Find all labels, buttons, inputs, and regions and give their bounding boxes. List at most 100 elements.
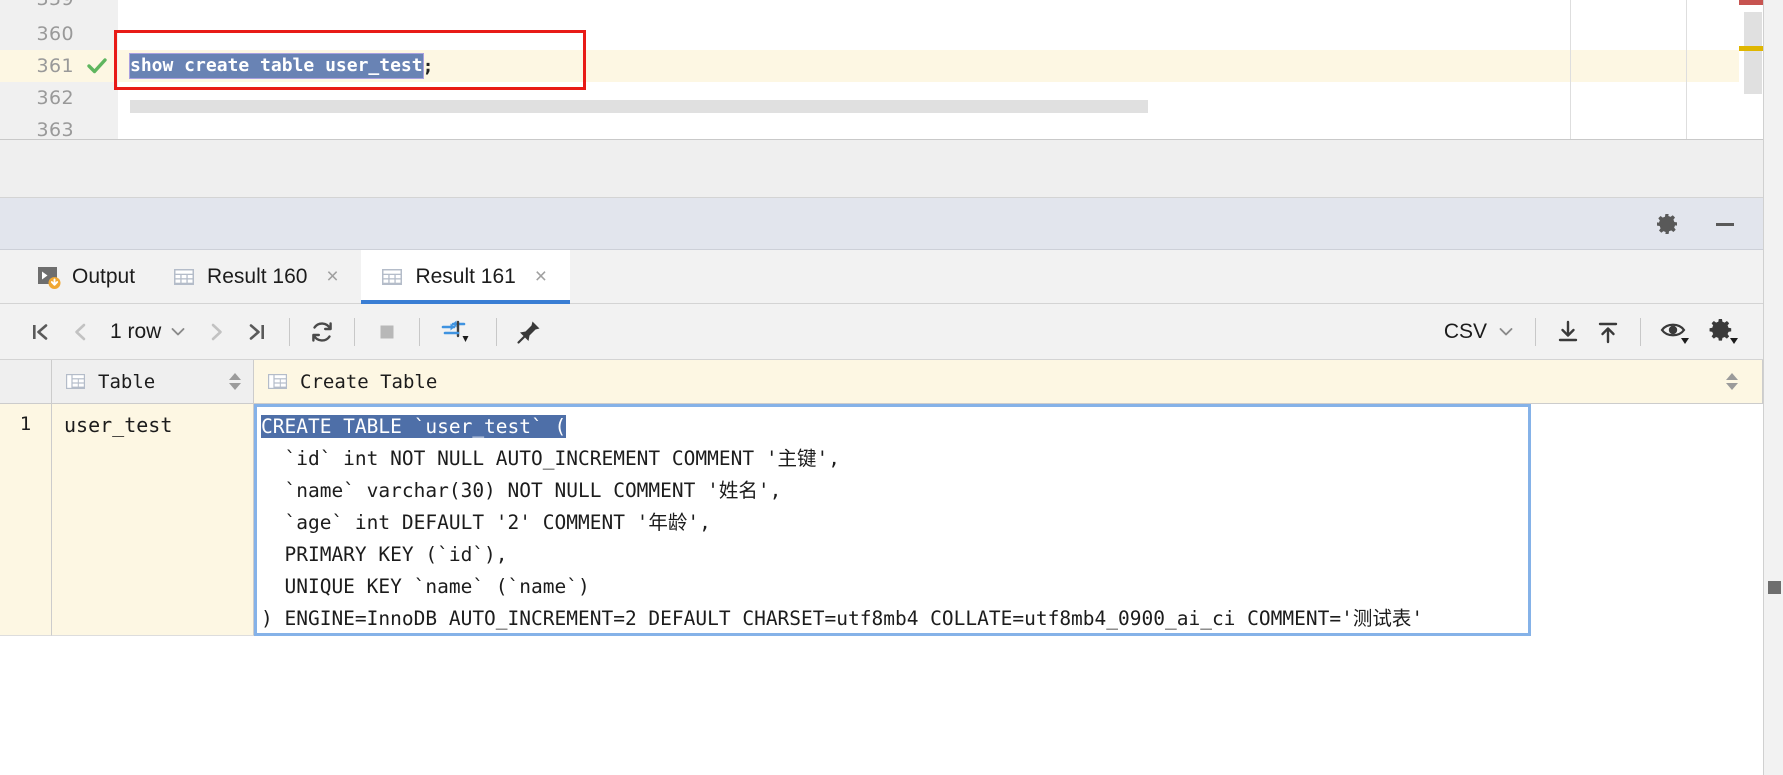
column-header-create-table[interactable]: Create Table bbox=[254, 360, 1763, 403]
toolbar-separator bbox=[419, 317, 421, 346]
sql-editor[interactable]: 359 360 361 362 363 bbox=[0, 0, 1763, 140]
first-page-icon[interactable] bbox=[20, 312, 60, 352]
gutter-line: 359 bbox=[0, 0, 117, 18]
structure-icon[interactable] bbox=[1768, 581, 1781, 594]
sql-semicolon: ; bbox=[422, 55, 434, 77]
grid-empty-area[interactable] bbox=[0, 705, 1763, 775]
column-header-label: Create Table bbox=[300, 370, 438, 393]
line-number: 361 bbox=[36, 55, 74, 77]
tab-output[interactable]: Output bbox=[18, 250, 153, 303]
sort-descending-icon bbox=[229, 383, 241, 390]
format-label: CSV bbox=[1443, 319, 1487, 343]
sort-ascending-icon bbox=[1726, 373, 1738, 380]
last-page-icon[interactable] bbox=[237, 312, 277, 352]
sql-line: `age` int DEFAULT '2' COMMENT '年龄', bbox=[261, 511, 711, 534]
tab-label: Result 161 bbox=[415, 264, 516, 288]
gutter-line: 360 bbox=[0, 18, 117, 50]
gear-icon[interactable] bbox=[1653, 210, 1681, 238]
line-number: 360 bbox=[36, 23, 74, 45]
toolbar-left-group: 1 row bbox=[20, 312, 549, 352]
toolbar-right-group: CSV bbox=[1436, 312, 1749, 352]
export-icon[interactable] bbox=[1548, 312, 1588, 352]
editor-gutter[interactable]: 359 360 361 362 363 bbox=[0, 0, 118, 139]
table-row[interactable]: 1 user_test CREATE TABLE `user_test` ( `… bbox=[0, 404, 1763, 706]
previous-page-icon[interactable] bbox=[60, 312, 100, 352]
right-tool-rail[interactable]: Structure bbox=[1763, 0, 1783, 775]
grid-header-rownum-corner[interactable] bbox=[0, 360, 52, 403]
line-number: 363 bbox=[36, 119, 74, 140]
row-count-selector[interactable]: 1 row bbox=[100, 320, 197, 344]
main-column: 359 360 361 362 363 bbox=[0, 0, 1763, 775]
reload-icon[interactable] bbox=[302, 312, 342, 352]
view-options-icon[interactable] bbox=[1653, 312, 1701, 352]
pin-icon[interactable] bbox=[509, 312, 549, 352]
cell-create-table[interactable]: CREATE TABLE `user_test` ( `id` int NOT … bbox=[254, 404, 1531, 636]
table-icon bbox=[171, 264, 197, 290]
cell-table-name[interactable]: user_test bbox=[52, 404, 254, 636]
editor-bottom-strip bbox=[0, 140, 1763, 198]
sql-selected-fragment: CREATE TABLE `user_test` ( bbox=[261, 415, 567, 438]
tab-label: Result 160 bbox=[207, 264, 308, 288]
result-grid[interactable]: Table Create Table 1 user_test CREATE TA… bbox=[0, 360, 1763, 775]
next-page-icon[interactable] bbox=[197, 312, 237, 352]
sort-descending-icon bbox=[1726, 383, 1738, 390]
statement-success-check-icon[interactable] bbox=[86, 55, 108, 77]
close-icon[interactable]: × bbox=[530, 266, 552, 288]
sql-line: PRIMARY KEY (`id`), bbox=[261, 543, 508, 566]
table-column-icon bbox=[266, 370, 290, 394]
row-number-cell[interactable]: 1 bbox=[0, 404, 52, 636]
sql-line: ) ENGINE=InnoDB AUTO_INCREMENT=2 DEFAULT… bbox=[261, 607, 1424, 630]
editor-scrollbar-thumb[interactable] bbox=[1744, 12, 1762, 94]
selected-sql-text: show create table user_test bbox=[129, 53, 424, 79]
line-number: 362 bbox=[36, 87, 74, 109]
sort-arrows-icon[interactable] bbox=[1726, 373, 1738, 390]
code-line-current[interactable]: show create table user_test; bbox=[118, 50, 1763, 82]
sql-line: CREATE TABLE `user_test` ( bbox=[261, 411, 1528, 443]
datagrip-window: 359 360 361 362 363 bbox=[0, 0, 1783, 775]
line-number: 359 bbox=[0, 0, 74, 10]
gear-icon[interactable] bbox=[1701, 312, 1749, 352]
result-toolbar: 1 row CSV bbox=[0, 304, 1763, 360]
sort-ascending-icon bbox=[229, 373, 241, 380]
scrollbar-error-marker[interactable] bbox=[1739, 0, 1763, 5]
toolbar-separator bbox=[1535, 317, 1536, 346]
row-count-label: 1 row bbox=[110, 319, 162, 343]
output-format-selector[interactable]: CSV bbox=[1436, 320, 1523, 344]
scrollbar-warning-marker[interactable] bbox=[1739, 46, 1763, 51]
grid-body: 1 user_test CREATE TABLE `user_test` ( `… bbox=[0, 404, 1763, 706]
table-column-icon bbox=[64, 370, 88, 394]
stop-icon[interactable] bbox=[367, 312, 407, 352]
results-tabbar: Output Result 160 × Result 161 × bbox=[0, 250, 1763, 304]
toolbar-separator bbox=[354, 317, 356, 346]
toolbar-separator bbox=[496, 317, 498, 346]
tab-result-161[interactable]: Result 161 × bbox=[361, 250, 571, 304]
services-panel-header bbox=[0, 198, 1763, 250]
table-icon bbox=[379, 264, 405, 290]
gutter-line-current: 361 bbox=[0, 50, 117, 82]
editor-scrollbar[interactable] bbox=[1739, 0, 1763, 139]
toolbar-separator bbox=[1640, 317, 1641, 346]
sql-line: `id` int NOT NULL AUTO_INCREMENT COMMENT… bbox=[261, 447, 841, 470]
column-header-table[interactable]: Table bbox=[52, 360, 254, 403]
code-folded-placeholder[interactable] bbox=[130, 100, 1148, 113]
sql-line: `name` varchar(30) NOT NULL COMMENT '姓名'… bbox=[261, 479, 782, 502]
editor-right-margin-line bbox=[1570, 0, 1571, 139]
gutter-line: 362 bbox=[0, 82, 117, 114]
sort-arrows-icon[interactable] bbox=[229, 373, 241, 390]
data-extractor-icon[interactable] bbox=[432, 312, 484, 352]
gutter-line: 363 bbox=[0, 114, 117, 140]
close-icon[interactable]: × bbox=[321, 266, 343, 288]
code-area[interactable]: show create table user_test; bbox=[118, 0, 1763, 139]
minimize-icon[interactable] bbox=[1711, 210, 1739, 238]
tab-label: Output bbox=[72, 264, 136, 288]
chevron-down-icon bbox=[169, 323, 187, 341]
tab-result-160[interactable]: Result 160 × bbox=[153, 250, 361, 303]
sql-line: UNIQUE KEY `name` (`name`) bbox=[261, 575, 590, 598]
chevron-down-icon bbox=[1497, 323, 1515, 341]
grid-header-row: Table Create Table bbox=[0, 360, 1763, 404]
toolbar-separator bbox=[289, 317, 291, 346]
import-icon[interactable] bbox=[1588, 312, 1628, 352]
